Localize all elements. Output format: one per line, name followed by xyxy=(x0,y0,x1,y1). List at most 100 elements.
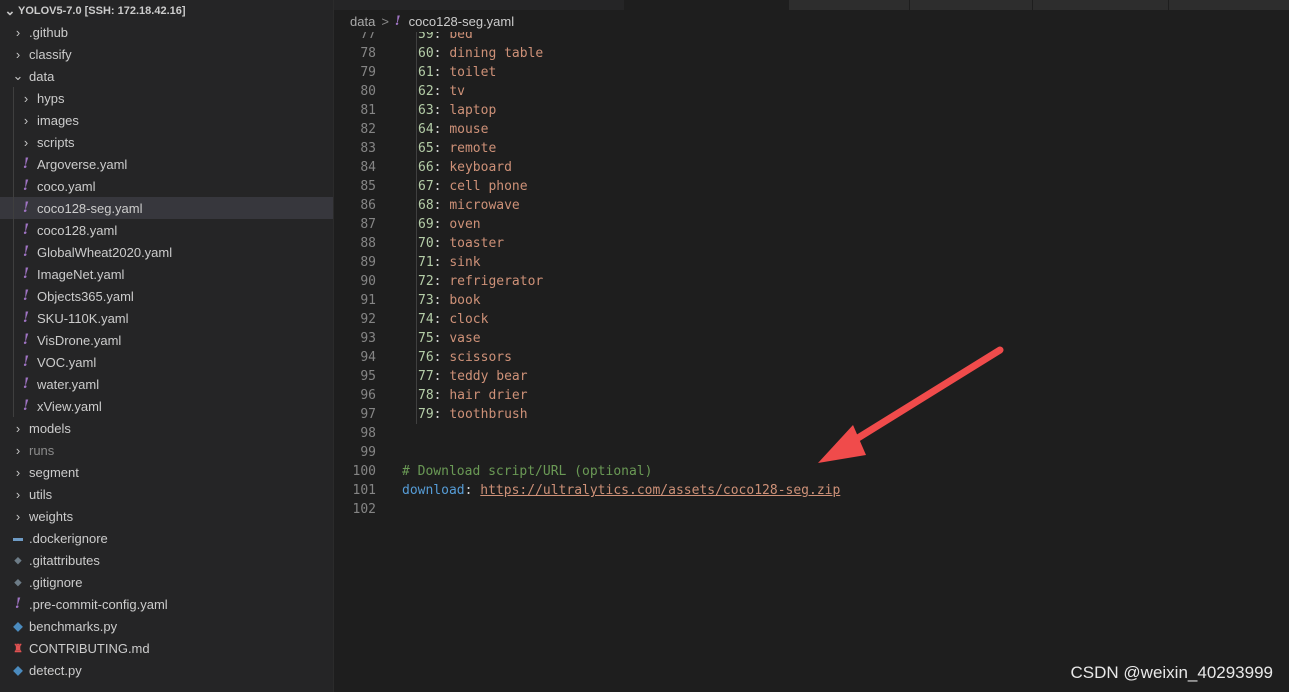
code-editor[interactable]: 77 59: bed 78 60: dining table 79 61: toilet 8… xyxy=(334,32,1289,692)
tree-file[interactable]: ! .pre-commit-config.yaml xyxy=(0,593,333,615)
chevron-right-icon: › xyxy=(15,46,21,62)
yaml-file-icon: ! xyxy=(22,244,30,260)
tree-folder[interactable]: ⌄ data xyxy=(0,65,333,87)
tab-inactive[interactable] xyxy=(1033,0,1169,10)
tab-inactive[interactable] xyxy=(1169,0,1289,10)
tree-file[interactable]: ! coco128-seg.yaml xyxy=(0,197,333,219)
line-number: 102 xyxy=(352,502,376,517)
tab-inactive[interactable] xyxy=(334,0,625,10)
code-line: 95 77: teddy bear xyxy=(334,367,1289,386)
yaml-value: sink xyxy=(449,255,481,270)
yaml-key: 62 xyxy=(418,84,434,99)
yaml-key: 77 xyxy=(418,369,434,384)
tree-folder[interactable]: › classify xyxy=(0,43,333,65)
tab-bar xyxy=(334,0,1289,10)
tree-file[interactable]: ◆ benchmarks.py xyxy=(0,615,333,637)
yaml-colon: : xyxy=(433,122,450,137)
tree-folder[interactable]: › models xyxy=(0,417,333,439)
tree-folder[interactable]: › runs xyxy=(0,439,333,461)
yaml-key: 73 xyxy=(418,293,434,308)
chevron-right-icon: › xyxy=(15,24,21,40)
tab-inactive[interactable] xyxy=(789,0,910,10)
tree-folder[interactable]: › hyps xyxy=(0,87,333,109)
code-content: 68: microwave xyxy=(416,196,520,215)
tab-active[interactable] xyxy=(625,0,789,10)
yaml-colon: : xyxy=(433,84,450,99)
breadcrumb-folder[interactable]: data xyxy=(350,14,375,29)
tree-folder[interactable]: › segment xyxy=(0,461,333,483)
line-number: 87 xyxy=(360,217,376,232)
docker-file-icon: ▬ xyxy=(13,532,23,544)
code-line: 94 76: scissors xyxy=(334,348,1289,367)
tree-item-label: VOC.yaml xyxy=(37,354,97,370)
indent-guide xyxy=(416,234,417,253)
explorer-sidebar: ⌄ YOLOV5-7.0 [SSH: 172.18.42.16] › .githu… xyxy=(0,0,334,692)
indent-guide xyxy=(416,329,417,348)
tree-file[interactable]: ♜ CONTRIBUTING.md xyxy=(0,637,333,659)
breadcrumb-file[interactable]: coco128-seg.yaml xyxy=(409,14,515,29)
tree-item-label: SKU-110K.yaml xyxy=(37,310,129,326)
tree-file[interactable]: ! Objects365.yaml xyxy=(0,285,333,307)
tree-file[interactable]: ! xView.yaml xyxy=(0,395,333,417)
git-file-icon: ◆ xyxy=(14,576,22,587)
code-line: 101 download: https://ultralytics.com/ass… xyxy=(334,481,1289,500)
line-number: 81 xyxy=(360,103,376,118)
tree-file[interactable]: ◆ .gitignore xyxy=(0,571,333,593)
code-content: 75: vase xyxy=(416,329,481,348)
tree-item-label: detect.py xyxy=(29,662,82,678)
tree-file[interactable]: ◆ detect.py xyxy=(0,659,333,681)
code-content: 59: bed xyxy=(416,32,473,44)
tree-file[interactable]: ! GlobalWheat2020.yaml xyxy=(0,241,333,263)
line-number: 79 xyxy=(360,65,376,80)
tree-file[interactable]: ! SKU-110K.yaml xyxy=(0,307,333,329)
file-tree: › .github › classify ⌄ data › hyps › images › scrip… xyxy=(0,21,333,681)
line-number: 86 xyxy=(360,198,376,213)
code-content: 64: mouse xyxy=(416,120,489,139)
tree-file[interactable]: ! water.yaml xyxy=(0,373,333,395)
tree-file[interactable]: ! coco128.yaml xyxy=(0,219,333,241)
yaml-file-icon: ! xyxy=(394,13,401,29)
indent-guide xyxy=(416,348,417,367)
yaml-colon: : xyxy=(433,312,450,327)
indent-guide xyxy=(13,373,14,395)
yaml-value: scissors xyxy=(449,350,512,365)
tree-file[interactable]: ◆ .gitattributes xyxy=(0,549,333,571)
tree-folder[interactable]: › utils xyxy=(0,483,333,505)
indent-guide xyxy=(13,175,14,197)
yaml-file-icon: ! xyxy=(22,310,30,326)
tree-file[interactable]: ! ImageNet.yaml xyxy=(0,263,333,285)
explorer-root-header[interactable]: ⌄ YOLOV5-7.0 [SSH: 172.18.42.16] xyxy=(0,0,333,21)
indent-guide xyxy=(416,63,417,82)
yaml-key: 61 xyxy=(418,65,434,80)
tree-item-label: .dockerignore xyxy=(29,530,108,546)
yaml-value: bed xyxy=(449,32,473,42)
tree-file[interactable]: ! VOC.yaml xyxy=(0,351,333,373)
download-url-link[interactable]: https://ultralytics.com/assets/coco128-s… xyxy=(480,483,840,498)
code-content: 79: toothbrush xyxy=(416,405,528,424)
tree-file[interactable]: ▬ .dockerignore xyxy=(0,527,333,549)
tree-item-label: GlobalWheat2020.yaml xyxy=(37,244,173,260)
tree-folder[interactable]: › weights xyxy=(0,505,333,527)
yaml-colon: : xyxy=(433,160,450,175)
indent-guide xyxy=(13,197,14,219)
tree-file[interactable]: ! Argoverse.yaml xyxy=(0,153,333,175)
tree-folder[interactable]: › images xyxy=(0,109,333,131)
tree-file[interactable]: ! VisDrone.yaml xyxy=(0,329,333,351)
code-content: 65: remote xyxy=(416,139,496,158)
tree-folder[interactable]: › scripts xyxy=(0,131,333,153)
tree-file[interactable]: ! coco.yaml xyxy=(0,175,333,197)
tab-inactive[interactable] xyxy=(910,0,1033,10)
code-line: 93 75: vase xyxy=(334,329,1289,348)
chevron-right-icon: › xyxy=(15,420,21,436)
indent-guide xyxy=(416,386,417,405)
indent-guide xyxy=(13,351,14,373)
tree-folder[interactable]: › .github xyxy=(0,21,333,43)
yaml-file-icon: ! xyxy=(22,222,30,238)
yaml-key: 60 xyxy=(418,46,434,61)
yaml-colon: : xyxy=(433,274,450,289)
line-number: 80 xyxy=(360,84,376,99)
yaml-value: mouse xyxy=(449,122,489,137)
tree-item-label: Argoverse.yaml xyxy=(37,156,128,172)
line-number: 94 xyxy=(360,350,376,365)
code-line: 83 65: remote xyxy=(334,139,1289,158)
